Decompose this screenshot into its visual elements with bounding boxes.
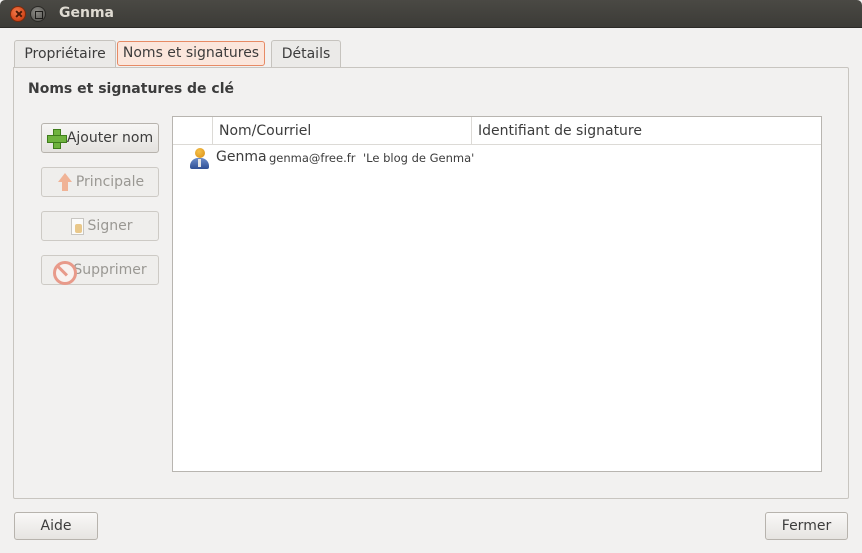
window-title: Genma bbox=[59, 5, 114, 21]
up-arrow-icon bbox=[56, 173, 74, 191]
close-button[interactable]: Fermer bbox=[765, 512, 848, 540]
help-button[interactable]: Aide bbox=[14, 512, 98, 540]
add-name-button[interactable]: Ajouter nom bbox=[41, 123, 159, 153]
column-header-signature-id[interactable]: Identifiant de signature bbox=[472, 117, 821, 145]
row-email: genma@free.fr bbox=[269, 151, 356, 165]
user-icon bbox=[190, 148, 209, 170]
row-comment: 'Le blog de Genma' bbox=[363, 151, 475, 165]
tab-details[interactable]: Détails bbox=[271, 40, 341, 67]
table-header: Nom/Courriel Identifiant de signature bbox=[173, 117, 821, 145]
column-header-name[interactable]: Nom/Courriel bbox=[213, 117, 472, 145]
delete-icon bbox=[53, 261, 78, 285]
column-header-icon[interactable] bbox=[173, 117, 213, 145]
sign-icon bbox=[68, 217, 86, 235]
row-name: Genma bbox=[216, 149, 267, 165]
title-bar: Genma bbox=[0, 0, 862, 28]
primary-button[interactable]: Principale bbox=[41, 167, 159, 197]
add-name-label: Ajouter nom bbox=[66, 130, 154, 146]
sign-button[interactable]: Signer bbox=[41, 211, 159, 241]
table-row[interactable]: Genma genma@free.fr 'Le blog de Genma' bbox=[173, 146, 821, 172]
tab-proprietaire[interactable]: Propriétaire bbox=[14, 40, 116, 67]
delete-label: Supprimer bbox=[73, 262, 147, 278]
maximize-window-icon[interactable] bbox=[30, 6, 46, 22]
close-window-icon[interactable] bbox=[10, 6, 26, 22]
delete-button[interactable]: Supprimer bbox=[41, 255, 159, 285]
sign-label: Signer bbox=[87, 218, 133, 234]
plus-icon bbox=[46, 129, 67, 149]
tab-noms-et-signatures[interactable]: Noms et signatures bbox=[117, 41, 265, 66]
primary-label: Principale bbox=[75, 174, 145, 190]
names-table[interactable]: Nom/Courriel Identifiant de signature Ge… bbox=[172, 116, 822, 472]
section-title: Noms et signatures de clé bbox=[28, 81, 235, 97]
